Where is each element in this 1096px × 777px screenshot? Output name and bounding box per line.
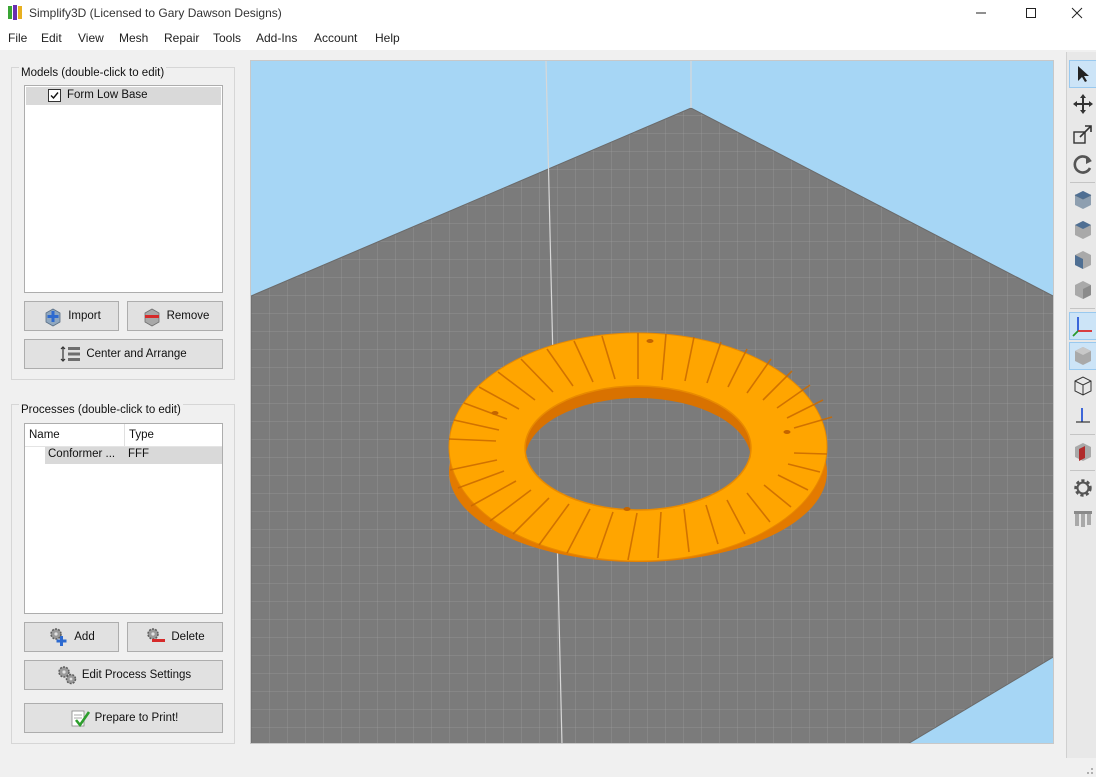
- prepare-checkmark-icon: [71, 710, 90, 728]
- models-group-title: Models (double-click to edit): [19, 67, 167, 79]
- center-and-arrange-label: Center and Arrange: [86, 348, 187, 360]
- toolbar-separator: [1070, 434, 1095, 435]
- processes-group-title: Processes (double-click to edit): [19, 404, 183, 416]
- select-arrow-icon: [1078, 66, 1089, 82]
- menu-tools[interactable]: Tools: [213, 31, 241, 45]
- view-front-button[interactable]: [1069, 246, 1096, 274]
- menu-edit[interactable]: Edit: [41, 31, 62, 45]
- cross-section-icon: [1075, 443, 1091, 461]
- delete-process-button[interactable]: Delete: [127, 622, 223, 652]
- prepare-to-print-button[interactable]: Prepare to Print!: [24, 703, 223, 733]
- arrange-icon: [60, 346, 81, 362]
- add-label: Add: [74, 631, 95, 643]
- processes-group: Processes (double-click to edit) Name Ty…: [11, 404, 235, 744]
- build-plate-scene: [251, 61, 1053, 743]
- 3d-viewport[interactable]: [250, 60, 1054, 744]
- process-type: FFF: [128, 448, 150, 460]
- wireframe-view-button[interactable]: [1069, 372, 1096, 400]
- resize-grip-icon[interactable]: [1084, 765, 1094, 775]
- edit-process-settings-label: Edit Process Settings: [81, 669, 192, 681]
- select-tool-button[interactable]: [1069, 60, 1096, 88]
- menu-account[interactable]: Account: [314, 31, 357, 45]
- menu-file[interactable]: File: [8, 31, 27, 45]
- close-button[interactable]: [1054, 0, 1096, 26]
- view-toolbar: [1066, 52, 1096, 758]
- maximize-button[interactable]: [1008, 0, 1054, 26]
- import-icon: [45, 308, 61, 327]
- edit-process-settings-button[interactable]: Edit Process Settings: [24, 660, 223, 690]
- window-title: Simplify3D (Licensed to Gary Dawson Desi…: [29, 6, 282, 20]
- models-group: Models (double-click to edit) Form Low B…: [11, 67, 235, 380]
- import-label: Import: [68, 310, 101, 322]
- model-checkbox[interactable]: [48, 89, 61, 102]
- delete-label: Delete: [171, 631, 205, 643]
- move-tool-button[interactable]: [1069, 90, 1096, 118]
- checkmark-icon: [50, 92, 59, 100]
- solid-cube-icon: [1075, 347, 1091, 365]
- settings-gear-icon: [1074, 479, 1092, 497]
- remove-label: Remove: [166, 310, 210, 322]
- rotate-icon: [1073, 155, 1092, 174]
- support-structures-button[interactable]: [1069, 504, 1096, 532]
- column-header-type[interactable]: Type: [129, 429, 154, 441]
- delete-gear-icon: [147, 628, 166, 642]
- build-axis-icon: [1076, 408, 1090, 423]
- wireframe-cube-icon: [1074, 376, 1092, 396]
- support-structures-icon: [1074, 511, 1092, 527]
- axes-icon: [1072, 317, 1092, 337]
- view-top-button[interactable]: [1069, 216, 1096, 244]
- minimize-icon: [976, 12, 986, 14]
- gears-icon: [58, 666, 77, 685]
- prepare-to-print-label: Prepare to Print!: [94, 712, 179, 724]
- menu-repair[interactable]: Repair: [164, 31, 199, 45]
- remove-button[interactable]: Remove: [127, 301, 223, 331]
- view-default-cube-icon: [1074, 191, 1092, 209]
- simplify3d-logo-icon: [8, 5, 22, 20]
- menu-view[interactable]: View: [78, 31, 104, 45]
- cross-section-button[interactable]: [1069, 438, 1096, 466]
- column-divider: [124, 424, 125, 446]
- close-icon: [1071, 7, 1083, 19]
- menu-add-ins[interactable]: Add-Ins: [256, 31, 297, 45]
- settings-button[interactable]: [1069, 474, 1096, 502]
- view-default-button[interactable]: [1069, 186, 1096, 214]
- list-item[interactable]: Form Low Base: [26, 87, 221, 105]
- menu-help[interactable]: Help: [375, 31, 400, 45]
- add-process-button[interactable]: Add: [24, 622, 119, 652]
- model-name: Form Low Base: [67, 89, 148, 101]
- title-bar: Simplify3D (Licensed to Gary Dawson Desi…: [0, 0, 1096, 26]
- column-header-name[interactable]: Name: [29, 429, 60, 441]
- view-front-cube-icon: [1075, 251, 1091, 269]
- processes-table[interactable]: Name Type Conformer ... FFF: [24, 423, 223, 614]
- scale-tool-button[interactable]: [1069, 120, 1096, 148]
- toolbar-separator: [1070, 470, 1095, 471]
- menu-bar: File Edit View Mesh Repair Tools Add-Ins…: [0, 26, 1096, 50]
- remove-icon: [144, 308, 159, 327]
- rotate-tool-button[interactable]: [1069, 150, 1096, 178]
- menu-mesh[interactable]: Mesh: [119, 31, 148, 45]
- table-row[interactable]: Conformer ... FFF: [45, 447, 222, 464]
- toolbar-separator: [1070, 182, 1095, 183]
- build-axis-button[interactable]: [1069, 402, 1096, 430]
- add-gear-icon: [50, 628, 67, 646]
- view-side-button[interactable]: [1069, 276, 1096, 304]
- toolbar-separator: [1070, 308, 1095, 309]
- view-side-cube-icon: [1075, 281, 1091, 299]
- maximize-icon: [1026, 8, 1036, 18]
- minimize-button[interactable]: [958, 0, 1004, 26]
- process-name: Conformer ...: [48, 448, 116, 460]
- table-header: Name Type: [25, 424, 222, 447]
- import-button[interactable]: Import: [24, 301, 119, 331]
- scale-icon: [1073, 125, 1092, 144]
- show-axes-button[interactable]: [1069, 312, 1096, 340]
- move-icon: [1073, 94, 1093, 114]
- solid-view-button[interactable]: [1069, 342, 1096, 370]
- models-list[interactable]: Form Low Base: [24, 85, 223, 293]
- view-top-cube-icon: [1075, 221, 1091, 239]
- center-and-arrange-button[interactable]: Center and Arrange: [24, 339, 223, 369]
